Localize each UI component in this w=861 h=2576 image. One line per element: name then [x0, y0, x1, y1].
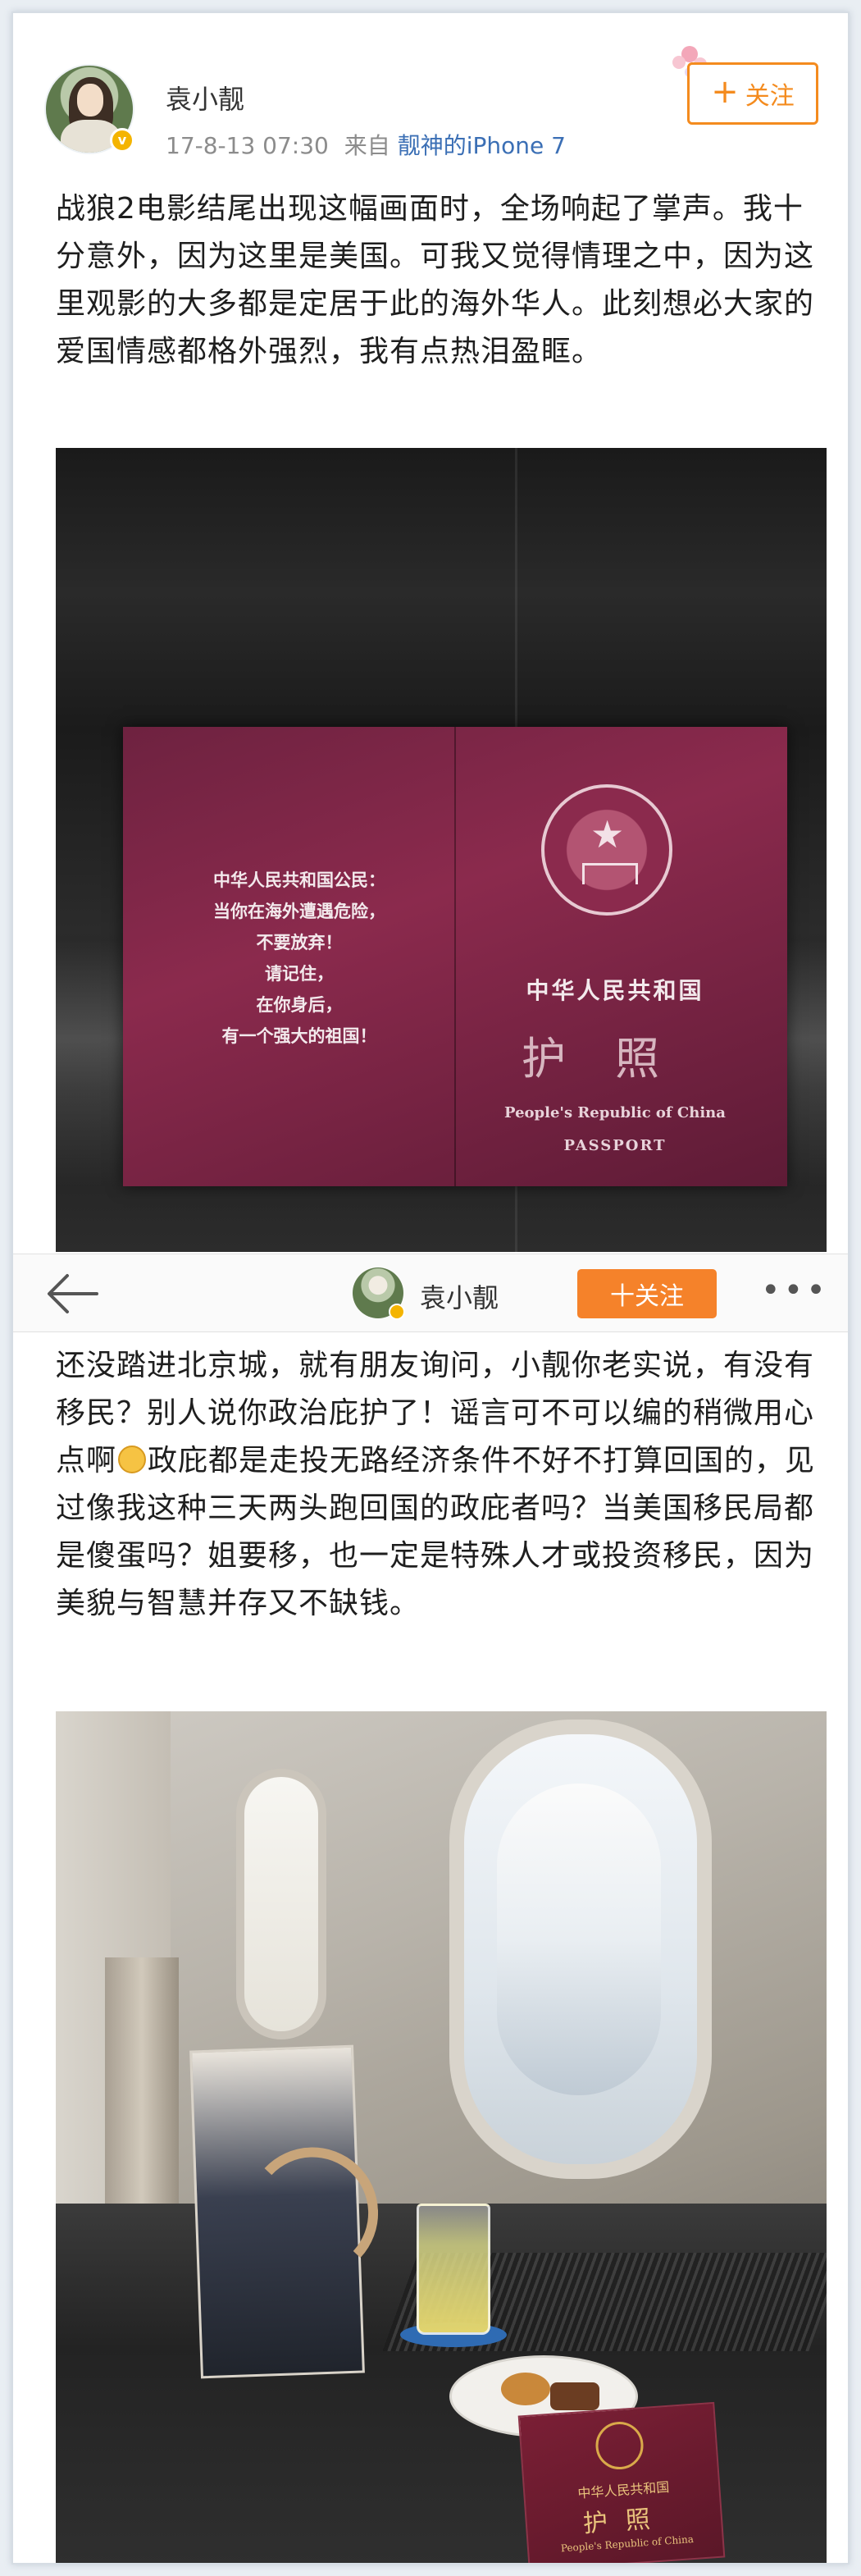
- post-source-link[interactable]: 靓神的iPhone 7: [398, 132, 566, 159]
- post-meta: 17-8-13 07:30 来自 靓神的iPhone 7: [166, 128, 566, 161]
- more-options-icon[interactable]: •••: [761, 1274, 827, 1313]
- user-name[interactable]: 袁小靓: [166, 79, 244, 116]
- avatar-face: [77, 84, 103, 116]
- post-text: 战狼2电影结尾出现这幅画面时，全场响起了掌声。我十分意外，因为这里是美国。可我又…: [56, 192, 815, 368]
- follow-label: 关注: [745, 82, 795, 111]
- passport-message-line: 在你身后，: [256, 994, 343, 1015]
- post-photo-passport[interactable]: 中华人民共和国公民： 当你在海外遭遇危险， 不要放弃！ 请记住， 在你身后， 有…: [56, 448, 827, 1252]
- passport-huzhao: 护照: [522, 1033, 708, 1085]
- passport-title: 中华人民共和国: [526, 977, 704, 1004]
- national-emblem-icon: ★: [541, 784, 672, 916]
- post2-text-part2: 政庇都是走投无路经济条件不好不打算回国的，见过像我这种三天两头跑回国的政庇者吗？…: [56, 1444, 816, 1620]
- nav-follow-button[interactable]: 十关注: [577, 1269, 717, 1318]
- nav-user-name[interactable]: 袁小靓: [420, 1277, 499, 1315]
- source-prefix: 来自: [344, 132, 390, 159]
- passport-message-line: 不要放弃！: [256, 932, 343, 952]
- passport-english: People's Republic of China: [504, 1104, 726, 1121]
- passport-on-table: 中华人民共和国 护照 People's Republic of China: [517, 2401, 726, 2563]
- airplane-window-small: [236, 1769, 326, 2039]
- profile-nav-bar: 袁小靓 十关注 •••: [13, 1254, 848, 1332]
- follow-button[interactable]: + 关注: [687, 62, 818, 125]
- passport-message-line: 有一个强大的祖国！: [221, 1025, 377, 1046]
- passport-message-line: 当你在海外遭遇危险，: [213, 901, 385, 921]
- post-photo-airplane[interactable]: 中华人民共和国 护照 People's Republic of China: [56, 1711, 827, 2563]
- mini-emblem-icon: [594, 2420, 645, 2472]
- passport-message-line: 请记住，: [265, 963, 334, 984]
- nav-verified-badge-icon: [389, 1304, 405, 1320]
- menu-card-logo-icon: [244, 2144, 380, 2281]
- post2-text: 还没踏进北京城，就有朋友询问，小靓你老实说，有没有移民？别人说你政治庇护了！谣言…: [56, 1342, 827, 1628]
- passport-word: PASSPORT: [563, 1137, 667, 1154]
- plus-icon: +: [711, 73, 739, 111]
- passport-image: 中华人民共和国公民： 当你在海外遭遇危险， 不要放弃！ 请记住， 在你身后， 有…: [123, 727, 787, 1186]
- cookie: [501, 2373, 550, 2405]
- nav-avatar[interactable]: [353, 1267, 405, 1320]
- back-arrow-icon[interactable]: [39, 1269, 105, 1318]
- passport-spine: [454, 727, 456, 1186]
- airplane-window-large: [449, 1720, 712, 2179]
- verified-badge-icon: v: [110, 128, 134, 153]
- screenshot-frame: v 袁小靓 17-8-13 07:30 来自 靓神的iPhone 7 + 关注 …: [11, 11, 850, 2565]
- passport-message-line: 中华人民共和国公民：: [213, 870, 385, 890]
- emoji-icon: [118, 1446, 147, 1473]
- chocolate: [550, 2382, 599, 2410]
- menu-card: [189, 2044, 380, 2379]
- passport-message: 中华人民共和国公民： 当你在海外遭遇危险， 不要放弃！ 请记住， 在你身后， 有…: [172, 865, 426, 1052]
- window-sky: [497, 1784, 661, 2095]
- post-time: 17-8-13 07:30: [166, 132, 329, 159]
- drink-glass: [417, 2204, 490, 2335]
